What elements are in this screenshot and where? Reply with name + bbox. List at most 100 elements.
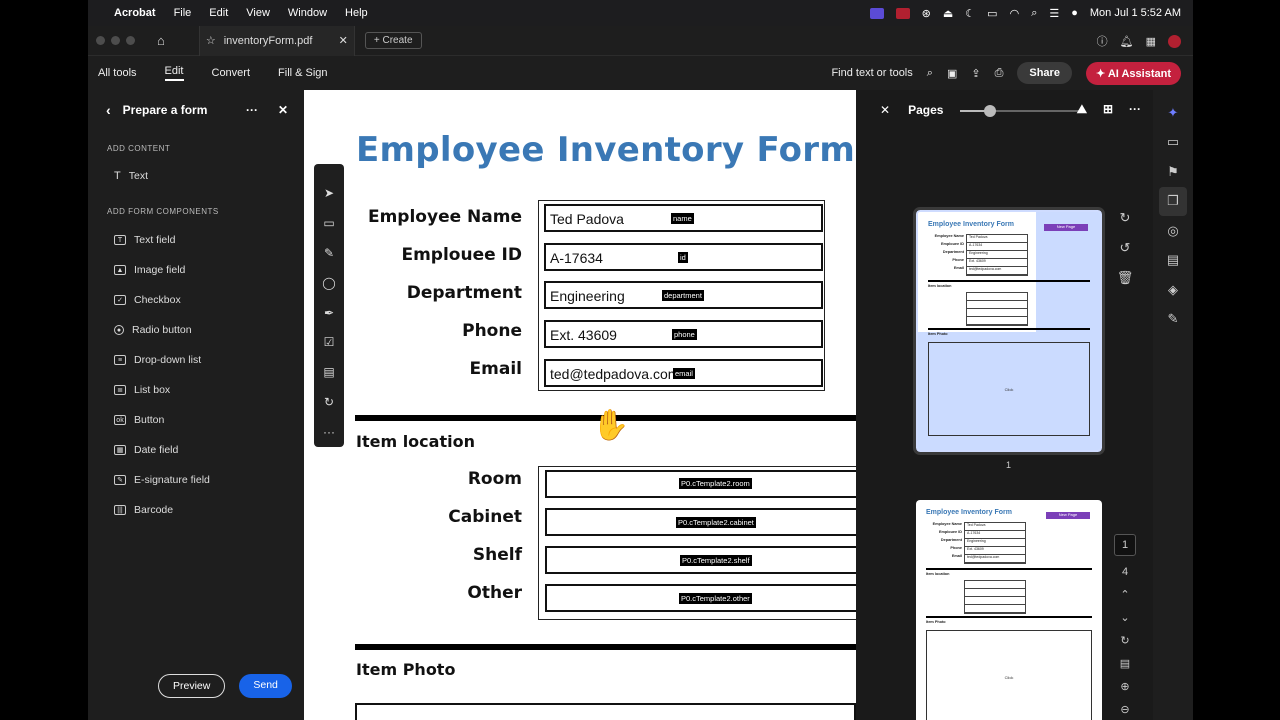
thumbnail-size-slider[interactable]	[960, 105, 1080, 117]
field-tag: id	[678, 252, 688, 263]
tool-text[interactable]: T Text	[88, 161, 304, 191]
page-extract-icon[interactable]: ▤	[1120, 657, 1130, 670]
thumb-row	[965, 597, 1025, 605]
delete-icon[interactable]: 🗑︎	[1117, 270, 1134, 286]
preview-button[interactable]: Preview	[158, 674, 226, 698]
pages-icon[interactable]: ❐	[1159, 186, 1187, 216]
share-button[interactable]: Share	[1017, 62, 1072, 84]
upload-icon[interactable]: ⇪	[971, 67, 980, 80]
page-up-icon[interactable]: ⌃	[1120, 588, 1129, 601]
print-icon[interactable]: ⎙	[995, 67, 1004, 80]
component-list-box[interactable]: ≣ List box	[88, 375, 304, 405]
menu-all-tools[interactable]: All tools	[98, 67, 137, 79]
close-window-icon[interactable]	[96, 36, 105, 45]
app-status-icon[interactable]	[895, 7, 910, 19]
component-text-field[interactable]: T Text field	[88, 225, 304, 255]
control-center-icon[interactable]: ☰	[1049, 7, 1059, 20]
more-icon[interactable]: ···	[1129, 102, 1141, 117]
form-check-icon[interactable]: ☑	[324, 327, 335, 357]
ai-sidebar-icon[interactable]: ✦	[1159, 98, 1187, 128]
apps-grid-icon[interactable]: ▦	[1146, 35, 1156, 48]
scan-icon[interactable]: ◎	[1159, 216, 1187, 246]
menu-edit-tab[interactable]: Edit	[164, 65, 184, 81]
rotate-icon[interactable]: ↻	[324, 387, 334, 417]
bell-icon[interactable]: 🔔︎	[1120, 35, 1134, 48]
component-barcode[interactable]: ||| Barcode	[88, 495, 304, 525]
send-button[interactable]: Send	[239, 674, 292, 698]
clock[interactable]: Mon Jul 1 5:52 AM	[1090, 7, 1181, 19]
lasso-icon[interactable]: ◯	[322, 268, 335, 298]
help-icon[interactable]: ⓘ	[1097, 33, 1108, 49]
component-esignature-field[interactable]: ✎ E-signature field	[88, 465, 304, 495]
more-tools-icon[interactable]: ···	[323, 417, 335, 447]
home-icon[interactable]: ⌂	[157, 33, 165, 48]
zoom-window-icon[interactable]	[126, 36, 135, 45]
screen-record-icon[interactable]	[869, 7, 884, 19]
document-tab[interactable]: ☆ inventoryForm.pdf ✕	[198, 25, 355, 56]
avatar[interactable]	[1168, 34, 1181, 48]
ai-assistant-label: AI Assistant	[1107, 67, 1171, 80]
menu-window[interactable]: Window	[288, 7, 327, 19]
page-thumbnail-2[interactable]: Employee Inventory Form New Page Employe…	[916, 500, 1102, 720]
edit-pen-icon[interactable]: ✎	[1159, 305, 1187, 335]
menu-file[interactable]: File	[174, 7, 192, 19]
component-radio-button[interactable]: ● Radio button	[88, 315, 304, 345]
item-photo-field[interactable]	[355, 703, 856, 720]
pencil-icon[interactable]: ✎	[324, 238, 334, 268]
refresh-icon[interactable]: ↻	[1120, 634, 1129, 647]
page-1-number: 1	[1006, 460, 1012, 470]
component-dropdown-list[interactable]: ≡ Drop-down list	[88, 345, 304, 375]
component-date-field[interactable]: ▦ Date field	[88, 435, 304, 465]
comments-icon[interactable]: ▭	[1159, 128, 1187, 158]
page-down-icon[interactable]: ⌄	[1120, 611, 1129, 624]
rotate-counterclockwise-icon[interactable]: ↺	[1120, 240, 1131, 256]
search-icon[interactable]: ⌕	[927, 67, 933, 80]
close-panel-icon[interactable]: ✕	[278, 103, 288, 117]
sign-icon[interactable]: ✒	[324, 298, 334, 328]
spotlight-icon[interactable]: ⌕	[1031, 7, 1037, 20]
back-icon[interactable]: ‹	[106, 102, 111, 118]
page-thumbnail-1[interactable]: Employee Inventory Form New Page Employe…	[913, 207, 1105, 455]
thumb-row: Ext. 43609	[967, 259, 1027, 267]
component-checkbox[interactable]: ✓ Checkbox	[88, 285, 304, 315]
minimize-window-icon[interactable]	[111, 36, 120, 45]
more-icon[interactable]: ···	[246, 103, 258, 117]
bookmarks-icon[interactable]: ⚑	[1159, 157, 1187, 187]
close-pages-icon[interactable]: ✕	[880, 103, 890, 117]
wifi-icon[interactable]: ◠	[1010, 7, 1020, 20]
menu-help[interactable]: Help	[345, 7, 368, 19]
find-label[interactable]: Find text or tools	[831, 67, 912, 79]
thumb-row	[967, 317, 1027, 325]
eject-icon[interactable]: ⏏	[943, 7, 953, 20]
ai-assistant-button[interactable]: ✦ AI Assistant	[1085, 61, 1181, 85]
star-icon[interactable]: ☆	[206, 34, 216, 47]
menu-app[interactable]: Acrobat	[114, 7, 156, 19]
slider-knob[interactable]	[984, 105, 996, 117]
menu-fill-sign[interactable]: Fill & Sign	[278, 67, 328, 79]
rotate-clockwise-icon[interactable]: ↻	[1120, 210, 1131, 226]
component-image-field[interactable]: ▲ Image field	[88, 255, 304, 285]
select-arrow-icon[interactable]: ➤	[324, 178, 334, 208]
close-tab-icon[interactable]: ✕	[339, 34, 348, 47]
comment-icon[interactable]: ▭	[323, 208, 334, 238]
moon-icon[interactable]: ☾	[965, 7, 975, 20]
create-button[interactable]: + Create	[364, 32, 422, 49]
layers-icon[interactable]: ◈	[1159, 275, 1187, 305]
mountain-large-icon[interactable]: ⛰	[1077, 102, 1087, 117]
creative-cloud-icon[interactable]: ⊛	[922, 7, 931, 20]
page-edit-icon[interactable]: ▤	[323, 357, 334, 387]
component-label: List box	[134, 384, 171, 396]
zoom-in-icon[interactable]: ⊕	[1120, 680, 1129, 693]
siri-icon[interactable]: ●	[1071, 7, 1078, 19]
menu-edit[interactable]: Edit	[209, 7, 228, 19]
zoom-out-icon[interactable]: ⊖	[1120, 703, 1129, 716]
menu-convert[interactable]: Convert	[212, 67, 251, 79]
menu-view[interactable]: View	[246, 7, 270, 19]
component-button[interactable]: ok Button	[88, 405, 304, 435]
battery-icon[interactable]: ▭	[987, 7, 997, 20]
save-icon[interactable]: ▣	[947, 67, 957, 80]
acrobat-window: ⌂ ☆ inventoryForm.pdf ✕ + Create ⓘ 🔔︎ ▦ …	[88, 25, 1193, 720]
current-page-input[interactable]: 1	[1114, 534, 1136, 556]
insert-page-icon[interactable]: ⊞	[1103, 102, 1113, 117]
document-icon[interactable]: ▤	[1159, 246, 1187, 276]
